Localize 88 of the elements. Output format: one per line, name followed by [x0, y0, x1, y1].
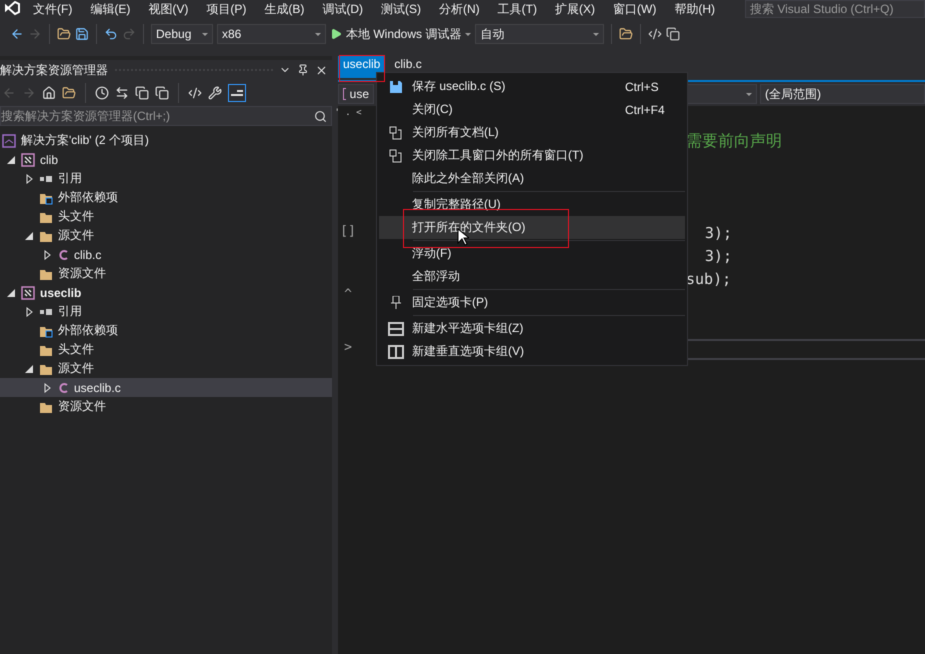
menu-item[interactable]: 视图(V) — [139, 0, 198, 18]
menu-item[interactable]: 帮助(H) — [665, 0, 724, 18]
menu-item[interactable]: 固定选项卡(P) — [379, 291, 685, 314]
outline-marker[interactable]: > — [344, 336, 352, 359]
document-tab[interactable]: useclib — [338, 56, 386, 78]
scope-dropdown[interactable]: (全局范围) — [760, 84, 925, 104]
outline-marker[interactable]: ^ — [344, 283, 352, 306]
configuration-dropdown[interactable]: Debug — [151, 24, 213, 44]
menu-item[interactable]: 关闭除工具窗口外的所有窗口(T) — [379, 144, 685, 167]
project-dropdown[interactable]: use — [338, 84, 374, 104]
expanded-arrow-icon[interactable] — [25, 364, 33, 372]
code-line: 3); — [704, 246, 732, 267]
sync-icon[interactable] — [115, 86, 129, 100]
play-icon — [330, 28, 342, 40]
tree-item[interactable]: 资源文件 — [0, 397, 332, 416]
tree-item[interactable]: 解决方案'clib' (2 个项目) — [0, 131, 332, 150]
menu-item[interactable]: 测试(S) — [372, 0, 430, 18]
menu-item[interactable]: 文件(F) — [24, 0, 82, 18]
expanded-arrow-icon[interactable] — [7, 156, 15, 164]
collapsed-arrow-icon[interactable] — [44, 250, 50, 260]
tree-item[interactable]: 源文件 — [0, 359, 332, 378]
tree-item[interactable]: 头文件 — [0, 207, 332, 226]
menu-item[interactable]: 关闭(C) Ctrl+F4 — [379, 98, 685, 121]
c-file-icon — [57, 248, 69, 262]
c-file-icon — [57, 380, 69, 394]
home-icon[interactable] — [42, 86, 56, 100]
save-icon — [390, 80, 402, 92]
search-field[interactable]: 搜索 Visual Studio (Ctrl+Q) — [745, 0, 925, 18]
menu-item[interactable]: 生成(B) — [255, 0, 314, 18]
close-icon[interactable] — [315, 64, 328, 76]
solution-icon — [2, 134, 16, 148]
folder-icon[interactable] — [57, 27, 71, 41]
code-line: 3); — [704, 223, 732, 244]
annotation-box — [339, 55, 385, 82]
panel-title: 解决方案资源管理器 — [0, 62, 108, 78]
expanded-arrow-icon[interactable] — [25, 232, 33, 240]
tree-item[interactable]: 引用 — [0, 302, 332, 321]
tree-item[interactable]: clib.c — [0, 245, 332, 264]
menu-item[interactable]: 扩展(X) — [546, 0, 604, 18]
pin-icon — [390, 296, 400, 309]
menu-item[interactable]: 打开所在的文件夹(O) — [379, 216, 685, 239]
preview-icon — [231, 90, 243, 96]
platform-dropdown[interactable]: x86 — [217, 24, 326, 44]
expanded-arrow-icon[interactable] — [7, 288, 15, 296]
tree-item[interactable]: useclib.c — [0, 378, 332, 397]
code-fragment: ' . < — [334, 108, 362, 118]
properties-icon[interactable] — [208, 86, 222, 100]
tree-item[interactable]: clib — [0, 150, 332, 169]
collapsed-arrow-icon[interactable] — [44, 382, 50, 392]
tree-item[interactable]: 外部依赖项 — [0, 188, 332, 207]
app-logo-icon — [4, 1, 20, 17]
outline-marker[interactable]: [] — [340, 220, 356, 243]
documents-icon — [389, 126, 402, 140]
code-comment: 需要前向声明 — [686, 132, 783, 152]
documents-icon — [389, 148, 402, 162]
menu-item[interactable]: 窗口(W) — [604, 0, 666, 18]
menu-item[interactable]: 项目(P) — [197, 0, 256, 18]
tree-item[interactable]: 引用 — [0, 169, 332, 188]
menu-item[interactable]: 分析(N) — [430, 0, 489, 18]
tree-item[interactable]: useclib — [0, 283, 332, 302]
menu-item[interactable]: 保存 useclib.c (S) Ctrl+S — [379, 75, 685, 98]
tree-item[interactable]: 资源文件 — [0, 264, 332, 283]
preview-toggle[interactable] — [228, 84, 246, 102]
collapsed-arrow-icon[interactable] — [26, 174, 32, 184]
save-icon[interactable] — [75, 27, 89, 41]
vertical-split-icon — [388, 344, 404, 358]
menu-item[interactable]: 除此之外全部关闭(A) — [379, 167, 685, 190]
start-debugging-button[interactable]: 本地 Windows 调试器 — [330, 26, 462, 42]
pin-icon[interactable] — [297, 64, 309, 76]
horizontal-split-icon — [388, 322, 404, 336]
menu-item[interactable]: 全部浮动 — [379, 265, 685, 288]
tree-item[interactable]: 外部依赖项 — [0, 321, 332, 340]
menu-item[interactable]: 关闭所有文档(L) — [379, 121, 685, 144]
code-icon[interactable] — [188, 86, 202, 100]
menu-item[interactable]: 新建垂直选项卡组(V) — [379, 340, 685, 363]
back-icon[interactable] — [10, 27, 24, 41]
history-icon[interactable] — [95, 86, 109, 100]
menu-item[interactable]: 调试(D) — [313, 0, 372, 18]
menu-item[interactable]: 工具(T) — [488, 0, 546, 18]
target-dropdown[interactable]: 自动 — [475, 24, 604, 44]
menu-item[interactable]: 编辑(E) — [81, 0, 140, 18]
folder-icon[interactable] — [62, 86, 76, 100]
tree-item[interactable]: 头文件 — [0, 340, 332, 359]
menu-item[interactable]: 新建水平选项卡组(Z) — [379, 317, 685, 340]
undo-icon[interactable] — [104, 27, 118, 41]
collapsed-arrow-icon[interactable] — [26, 306, 32, 316]
tree-item[interactable]: 源文件 — [0, 226, 332, 245]
code-line: sub); — [686, 269, 732, 290]
